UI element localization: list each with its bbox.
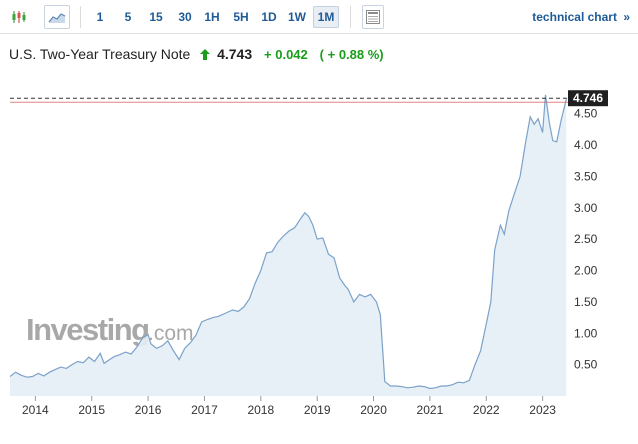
x-axis: 2014 2015 2016 2017 2018 2019 2020 2021 2022 2023: [22, 396, 556, 417]
price-chart: Investing .com 4.746 0.50 1.00 1.50 2.00 2.5…: [9, 90, 608, 417]
timeframe-1[interactable]: 1: [92, 6, 108, 28]
table-icon[interactable]: [362, 5, 384, 29]
x-tick-label: 2018: [247, 403, 274, 417]
chart-toolbar: 1 5 15 30 1H 5H 1D 1W 1M technical chart…: [0, 0, 638, 34]
x-tick-label: 2015: [78, 403, 105, 417]
timeframe-15[interactable]: 15: [145, 6, 167, 28]
x-tick-label: 2019: [304, 403, 331, 417]
timeframe-1w[interactable]: 1W: [284, 6, 310, 28]
y-tick-label: 1.50: [574, 295, 598, 309]
area-fill: [10, 94, 567, 397]
current-value-label: 4.746: [573, 91, 603, 105]
timeframe-5h[interactable]: 5H: [229, 6, 253, 28]
watermark-suffix: .com: [148, 322, 194, 345]
toolbar-divider: [350, 6, 351, 28]
timeframe-1d[interactable]: 1D: [257, 6, 281, 28]
x-tick-label: 2017: [191, 403, 218, 417]
area-chart-icon[interactable]: [44, 5, 70, 29]
quote-header: U.S. Two-Year Treasury Note 4.743 + 0.04…: [9, 44, 384, 64]
y-tick-label: 2.50: [574, 232, 598, 246]
y-tick-label: 4.50: [574, 107, 598, 121]
y-tick-label: 0.50: [574, 358, 598, 372]
timeframe-1h[interactable]: 1H: [200, 6, 224, 28]
x-tick-label: 2014: [22, 403, 49, 417]
last-price: 4.743: [217, 46, 253, 62]
y-tick-label: 3.00: [574, 201, 598, 215]
timeframe-30[interactable]: 30: [174, 6, 196, 28]
price-change-percent: ( + 0.88 %): [319, 47, 384, 62]
x-tick-label: 2020: [360, 403, 387, 417]
technical-chart-link[interactable]: technical chart »: [532, 6, 630, 28]
toolbar-divider: [80, 6, 81, 28]
timeframe-5[interactable]: 5: [120, 6, 136, 28]
watermark-brand: Investing: [26, 312, 149, 347]
candlestick-icon[interactable]: [6, 5, 32, 29]
y-tick-label: 3.50: [574, 169, 598, 183]
x-tick-label: 2016: [135, 403, 162, 417]
x-tick-label: 2023: [529, 403, 556, 417]
y-axis: 0.50 1.00 1.50 2.00 2.50 3.00 3.50 4.00 4.50: [574, 107, 598, 372]
timeframe-1m[interactable]: 1M: [313, 6, 339, 28]
up-arrow-icon: [200, 45, 211, 65]
double-chevron-right-icon: »: [623, 10, 630, 24]
x-tick-label: 2022: [473, 403, 500, 417]
y-tick-label: 2.00: [574, 264, 598, 278]
instrument-name: U.S. Two-Year Treasury Note: [9, 46, 191, 62]
y-tick-label: 4.00: [574, 138, 598, 152]
technical-chart-label: technical chart: [532, 10, 617, 24]
price-change: + 0.042: [264, 47, 308, 62]
y-tick-label: 1.00: [574, 326, 598, 340]
x-tick-label: 2021: [417, 403, 444, 417]
